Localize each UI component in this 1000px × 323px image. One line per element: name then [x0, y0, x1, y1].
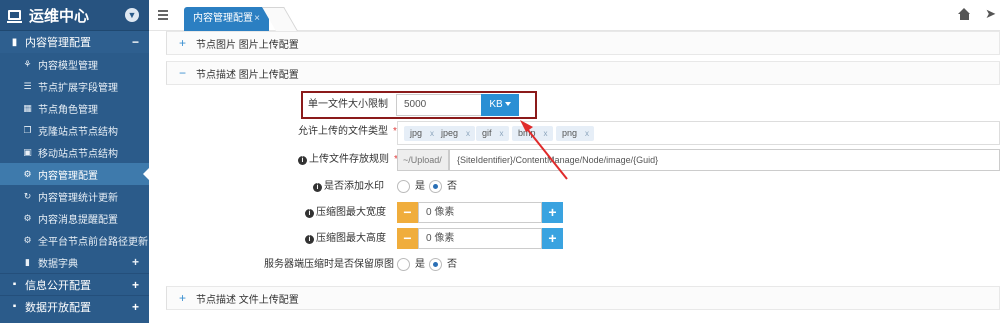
plus-square-icon: ▪: [12, 301, 17, 312]
expand-icon[interactable]: +: [132, 255, 139, 269]
sidebar-group-content-config[interactable]: ▮ 内容管理配置 −: [0, 31, 149, 53]
sidebar-item-label: 节点扩展字段管理: [38, 82, 118, 94]
sidebar-item-label: 内容管理统计更新: [38, 192, 118, 204]
sidebar-item-dictionary[interactable]: ▮ 数据字典 +: [0, 251, 149, 273]
sidebar-item-path-update[interactable]: ⚙ 全平台节点前台路径更新: [0, 229, 149, 251]
list-icon: ☰: [23, 80, 32, 91]
monitor-icon: [7, 10, 22, 23]
plus-square-icon: ▪: [12, 279, 17, 290]
book-icon: ▮: [11, 36, 18, 48]
sidebar: 运维中心 ▼ ▮ 内容管理配置 − ⚘ 内容模型管理 ☰ 节点扩展字段管理 ▦ 节点角…: [0, 0, 149, 323]
tab-label: 内容管理配置: [193, 13, 253, 24]
sidebar-group-label: 信息公开配置: [25, 279, 91, 292]
book-icon: ▮: [25, 256, 30, 267]
annotation-arrow-icon: [520, 120, 568, 180]
chevron-down-icon[interactable]: ▼: [125, 8, 139, 22]
sidebar-item-message-config[interactable]: ⚙ 内容消息提醒配置: [0, 207, 149, 229]
clone-icon: ❐: [23, 124, 32, 135]
move-icon: ▣: [23, 146, 32, 157]
sitemap-icon: ⚘: [23, 58, 32, 69]
sidebar-group-label: 内容管理配置: [25, 37, 91, 49]
sidebar-item-node-fields[interactable]: ☰ 节点扩展字段管理: [0, 75, 149, 97]
sidebar-group-label: 数据开放配置: [25, 301, 91, 314]
sidebar-item-label: 内容模型管理: [38, 60, 98, 72]
sidebar-item-label: 移动站点节点结构: [38, 148, 118, 160]
expand-icon[interactable]: +: [132, 300, 139, 314]
sidebar-item-content-model[interactable]: ⚘ 内容模型管理: [0, 53, 149, 75]
collapse-icon[interactable]: −: [132, 35, 139, 49]
gear-icon: ⚙: [23, 168, 32, 179]
gear-icon: ⚙: [23, 234, 32, 245]
sidebar-group-data-open[interactable]: ▪ 数据开放配置 +: [0, 295, 149, 317]
sidebar-item-content-config[interactable]: ⚙ 内容管理配置: [0, 163, 149, 185]
refresh-icon: ↻: [23, 190, 32, 201]
sidebar-item-label: 克隆站点节点结构: [38, 126, 118, 138]
sidebar-header[interactable]: 运维中心 ▼: [0, 0, 149, 31]
home-icon[interactable]: [958, 8, 971, 21]
table-icon: ▦: [23, 102, 32, 113]
sidebar-item-label: 内容消息提醒配置: [38, 214, 118, 226]
paper-plane-icon[interactable]: ➤: [985, 6, 996, 22]
menu-toggle-icon[interactable]: [158, 10, 168, 20]
sidebar-item-clone-nodes[interactable]: ❐ 克隆站点节点结构: [0, 119, 149, 141]
sidebar-item-label: 全平台节点前台路径更新: [38, 236, 148, 248]
sidebar-item-label: 节点角色管理: [38, 104, 98, 116]
sidebar-item-label: 内容管理配置: [38, 170, 98, 182]
sidebar-title: 运维中心: [29, 7, 90, 25]
sidebar-group-info-public[interactable]: ▪ 信息公开配置 +: [0, 273, 149, 295]
close-icon[interactable]: ×: [254, 7, 260, 31]
main-content: + 节点图片 图片上传配置 − 节点描述 图片上传配置 单一文件大小限制 500…: [166, 31, 1000, 323]
sidebar-item-move-nodes[interactable]: ▣ 移动站点节点结构: [0, 141, 149, 163]
sidebar-item-label: 数据字典: [38, 258, 78, 270]
top-bar: 内容管理配置 × ➤: [149, 0, 1000, 31]
tab-content-config[interactable]: 内容管理配置 ×: [184, 7, 269, 31]
expand-icon[interactable]: +: [132, 278, 139, 292]
sidebar-item-node-roles[interactable]: ▦ 节点角色管理: [0, 97, 149, 119]
bell-icon: ⚙: [23, 212, 32, 223]
sidebar-item-stats-update[interactable]: ↻ 内容管理统计更新: [0, 185, 149, 207]
